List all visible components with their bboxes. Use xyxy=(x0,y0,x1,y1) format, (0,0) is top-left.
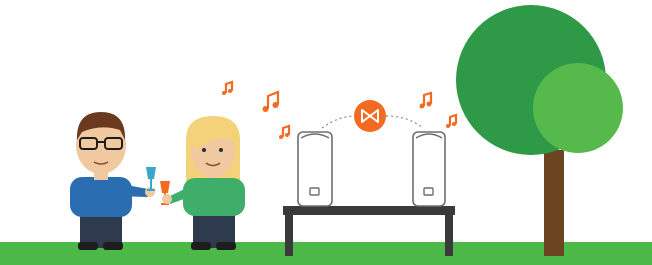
tree-canopy-front xyxy=(533,63,623,153)
music-note-icon xyxy=(419,91,433,109)
table-leg-left xyxy=(285,206,293,256)
woman-eye-right xyxy=(219,148,223,152)
woman-hand xyxy=(162,194,172,204)
woman-torso xyxy=(183,178,245,216)
tree xyxy=(456,5,623,256)
woman-eye-left xyxy=(202,148,206,152)
scene-svg xyxy=(0,5,652,265)
wine-glass-icon xyxy=(146,167,156,191)
music-note-icon xyxy=(446,113,458,128)
illustration-scene xyxy=(0,0,652,265)
sync-link-left xyxy=(321,115,357,129)
man-foot-right xyxy=(103,242,123,250)
music-note-icon xyxy=(262,90,280,112)
speaker-left xyxy=(297,131,333,207)
table-top xyxy=(283,206,455,215)
man-foot-left xyxy=(78,242,98,250)
music-note-icon xyxy=(222,80,234,95)
tree-trunk xyxy=(544,150,564,256)
woman-figure xyxy=(162,116,245,250)
music-note-icon xyxy=(279,124,291,139)
woman-foot-left xyxy=(191,242,211,250)
bowtie-sync-icon xyxy=(354,100,386,132)
sync-link-right xyxy=(385,115,424,129)
woman-foot-right xyxy=(216,242,236,250)
man-arm xyxy=(115,183,148,197)
table-leg-right xyxy=(445,206,453,256)
man-torso xyxy=(70,177,132,217)
man-figure xyxy=(70,112,155,250)
speaker-right xyxy=(412,131,446,207)
